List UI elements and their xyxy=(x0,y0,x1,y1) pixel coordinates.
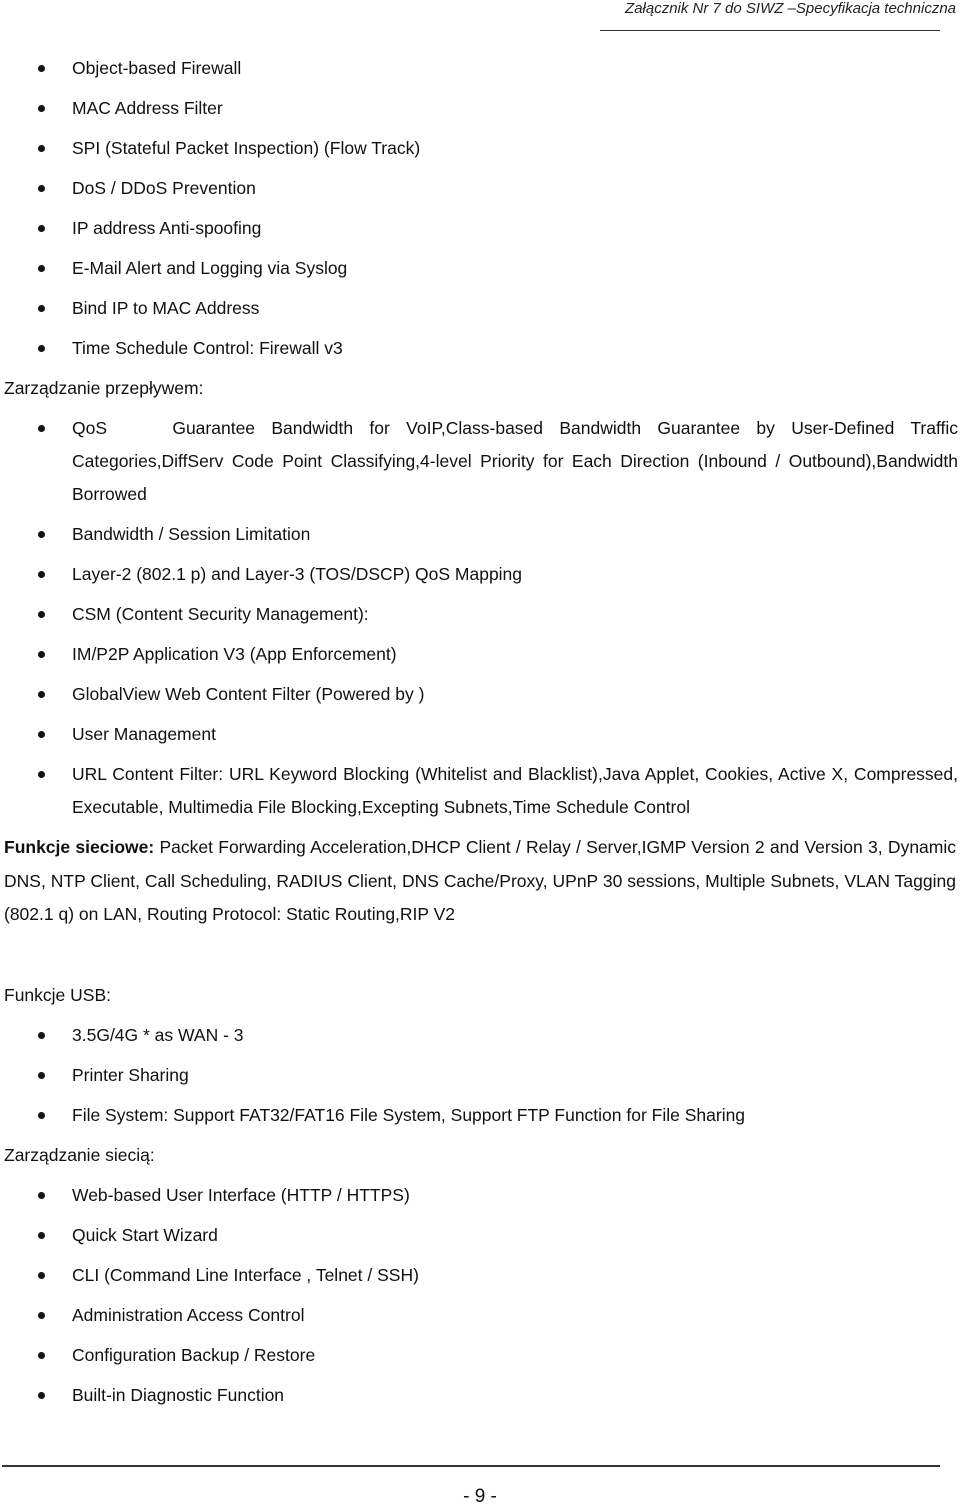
bullet-icon xyxy=(38,1111,45,1119)
list-item: QoS Guarantee Bandwidth for VoIP,Class-b… xyxy=(0,412,960,511)
bullet-icon xyxy=(38,611,45,618)
list-item: Bind IP to MAC Address xyxy=(0,292,960,325)
bullet-icon xyxy=(38,225,45,232)
list-item: Printer Sharing xyxy=(0,1059,960,1092)
bullet-icon xyxy=(38,105,45,112)
traffic-management-heading: Zarządzanie przepływem: xyxy=(4,378,204,398)
bullet-icon xyxy=(38,1071,45,1079)
bullet-icon xyxy=(38,305,45,312)
bullet-icon xyxy=(38,571,45,578)
page-header-title: Załącznik Nr 7 do SIWZ –Specyfikacja tec… xyxy=(625,0,956,17)
list-item: Bandwidth / Session Limitation xyxy=(0,518,960,551)
list-item: 3.5G/4G * as WAN - 3 xyxy=(0,1019,960,1052)
firewall-list: Object-based Firewall MAC Address Filter… xyxy=(0,52,960,365)
list-item: IM/P2P Application V3 (App Enforcement) xyxy=(0,638,960,671)
management-list: Web-based User Interface (HTTP / HTTPS) … xyxy=(0,1179,960,1412)
bullet-icon xyxy=(38,1391,45,1399)
bullet-icon xyxy=(38,265,45,272)
bullet-icon xyxy=(38,731,45,738)
list-item: DoS / DDoS Prevention xyxy=(0,172,960,205)
usb-functions-heading: Funkcje USB: xyxy=(4,984,111,1005)
list-item: E-Mail Alert and Logging via Syslog xyxy=(0,252,960,285)
list-item: CSM (Content Security Management): xyxy=(0,598,960,631)
header-divider xyxy=(600,30,940,31)
page-number: - 9 - xyxy=(463,1486,497,1507)
bullet-icon xyxy=(38,425,45,432)
list-item: File System: Support FAT32/FAT16 File Sy… xyxy=(0,1099,960,1132)
bullet-icon xyxy=(38,1191,45,1199)
bullet-icon xyxy=(38,345,45,352)
bullet-icon xyxy=(38,1271,45,1279)
bullet-icon xyxy=(38,531,45,538)
bullet-icon xyxy=(38,1231,45,1239)
bullet-icon xyxy=(38,1311,45,1319)
bullet-icon xyxy=(38,651,45,658)
list-item: Time Schedule Control: Firewall v3 xyxy=(0,332,960,365)
list-item: IP address Anti-spoofing xyxy=(0,212,960,245)
footer-divider xyxy=(2,1465,940,1467)
bullet-icon xyxy=(38,65,45,72)
bullet-icon xyxy=(38,691,45,698)
bullet-icon xyxy=(38,1351,45,1359)
traffic-list: QoS Guarantee Bandwidth for VoIP,Class-b… xyxy=(0,412,960,824)
list-item: Layer-2 (802.1 p) and Layer-3 (TOS/DSCP)… xyxy=(0,558,960,591)
list-item: Configuration Backup / Restore xyxy=(0,1339,960,1372)
document-body: Object-based Firewall MAC Address Filter… xyxy=(0,52,960,1419)
list-item: Web-based User Interface (HTTP / HTTPS) xyxy=(0,1179,960,1212)
list-item: Built-in Diagnostic Function xyxy=(0,1379,960,1412)
bullet-icon xyxy=(38,145,45,152)
network-management-heading: Zarządzanie siecią: xyxy=(4,1144,155,1165)
list-item: SPI (Stateful Packet Inspection) (Flow T… xyxy=(0,132,960,165)
network-functions-paragraph: Funkcje sieciowe: Packet Forwarding Acce… xyxy=(0,831,960,932)
bullet-icon xyxy=(38,771,45,778)
list-item: User Management xyxy=(0,718,960,751)
list-item: CLI (Command Line Interface , Telnet / S… xyxy=(0,1259,960,1292)
bullet-icon xyxy=(38,1031,45,1039)
usb-list: 3.5G/4G * as WAN - 3 Printer Sharing Fil… xyxy=(0,1019,960,1132)
list-item: URL Content Filter: URL Keyword Blocking… xyxy=(0,758,960,824)
list-item: GlobalView Web Content Filter (Powered b… xyxy=(0,678,960,711)
list-item: MAC Address Filter xyxy=(0,92,960,125)
list-item: Administration Access Control xyxy=(0,1299,960,1332)
network-functions-label: Funkcje sieciowe: xyxy=(4,837,155,857)
list-item: Quick Start Wizard xyxy=(0,1219,960,1252)
bullet-icon xyxy=(38,185,45,192)
list-item: Object-based Firewall xyxy=(0,52,960,85)
